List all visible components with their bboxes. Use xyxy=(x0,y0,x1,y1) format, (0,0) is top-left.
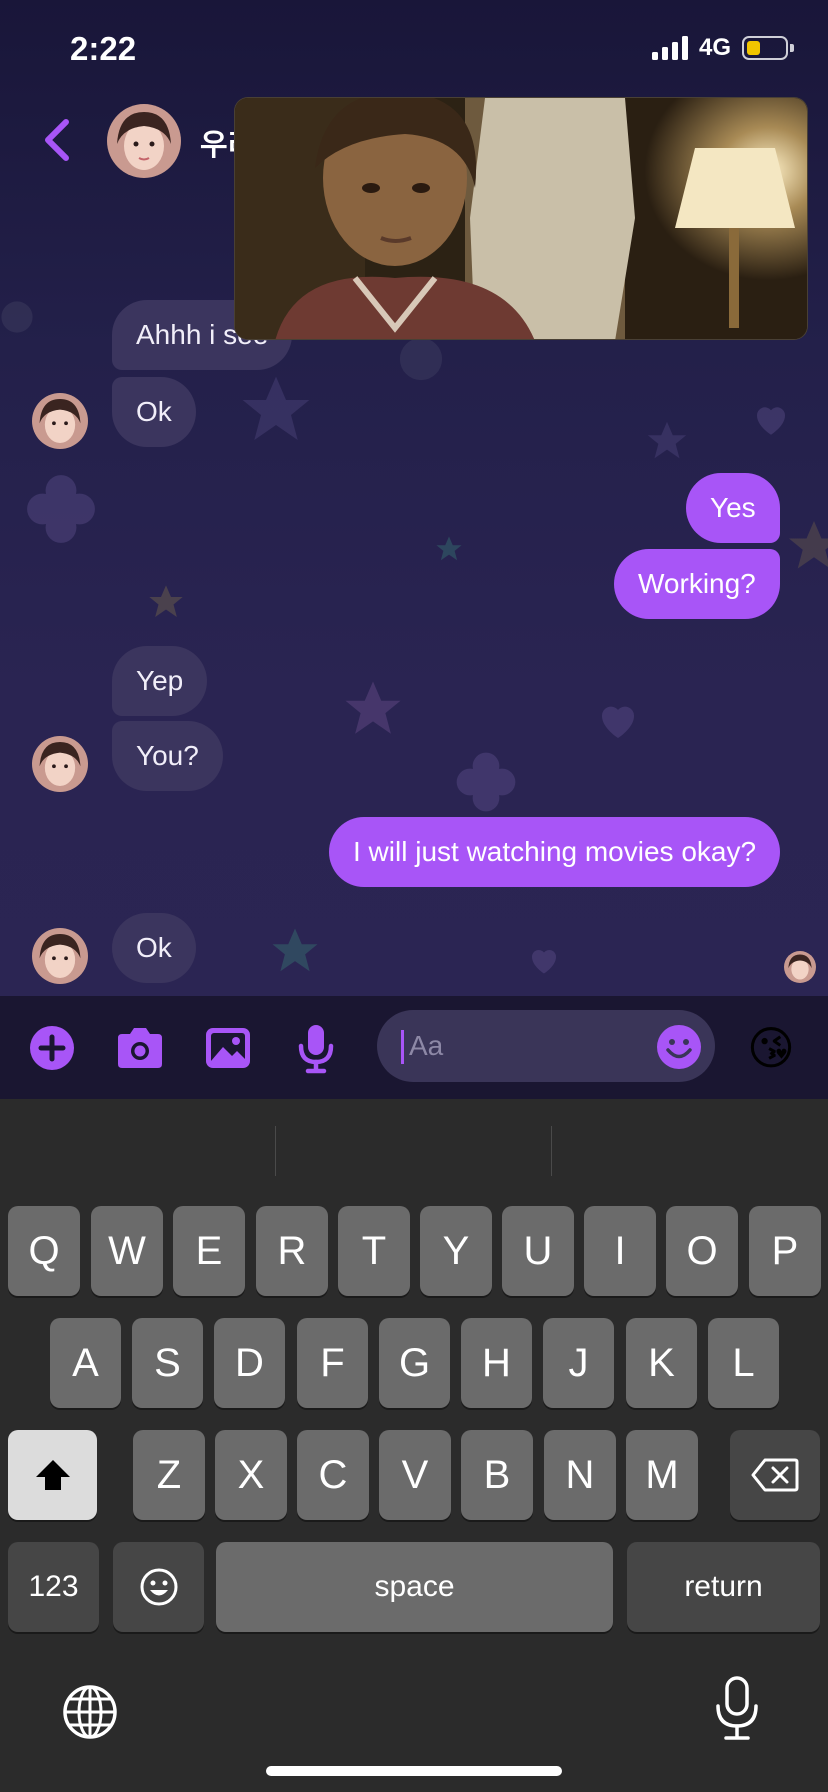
emoji-face-icon xyxy=(140,1568,177,1606)
contact-avatar[interactable] xyxy=(107,104,181,178)
space-key[interactable]: space xyxy=(216,1542,613,1632)
key-h[interactable]: H xyxy=(461,1318,532,1408)
message-bubble-incoming[interactable]: Yep xyxy=(112,646,208,716)
message-bubble-incoming[interactable]: You? xyxy=(112,721,223,791)
key-x[interactable]: X xyxy=(215,1430,287,1520)
star-decoration xyxy=(242,376,310,440)
globe-icon[interactable] xyxy=(60,1682,120,1742)
battery-level xyxy=(747,41,760,55)
contact-avatar-small xyxy=(32,736,88,792)
status-bar: 2:22 4G xyxy=(0,0,828,96)
key-o[interactable]: O xyxy=(666,1206,738,1296)
key-j[interactable]: J xyxy=(543,1318,614,1408)
emoji-key[interactable] xyxy=(113,1542,204,1632)
message-input[interactable]: Aa xyxy=(377,1010,715,1082)
key-s[interactable]: S xyxy=(132,1318,203,1408)
flower-decoration xyxy=(456,752,516,812)
key-a[interactable]: A xyxy=(50,1318,121,1408)
message-input-placeholder: Aa xyxy=(409,1030,444,1061)
key-i[interactable]: I xyxy=(584,1206,656,1296)
suggestion-divider xyxy=(551,1126,552,1176)
key-b[interactable]: B xyxy=(461,1430,533,1520)
message-bubble-outgoing[interactable]: I will just watching movies okay? xyxy=(329,817,781,887)
contact-avatar-small xyxy=(32,393,88,449)
read-receipt-avatar xyxy=(784,951,816,983)
key-n[interactable]: N xyxy=(544,1430,616,1520)
key-p[interactable]: P xyxy=(749,1206,821,1296)
star-decoration xyxy=(149,585,183,617)
key-k[interactable]: K xyxy=(626,1318,697,1408)
suggestion-divider xyxy=(275,1126,276,1176)
face-decoration xyxy=(399,337,443,381)
key-u[interactable]: U xyxy=(502,1206,574,1296)
message-composer: Aa 😘 xyxy=(0,996,828,1099)
text-cursor xyxy=(401,1030,404,1064)
backspace-icon xyxy=(751,1458,799,1492)
plus-circle-icon[interactable] xyxy=(26,1022,78,1074)
message-bubble-outgoing[interactable]: Working? xyxy=(614,549,780,619)
message-bubble-incoming[interactable]: Ok xyxy=(112,913,196,983)
heart-decoration xyxy=(531,949,557,974)
star-decoration xyxy=(647,421,687,459)
message-bubble-outgoing[interactable]: Yes xyxy=(686,473,780,543)
heart-decoration xyxy=(601,706,635,738)
delete-key[interactable] xyxy=(730,1430,820,1520)
key-v[interactable]: V xyxy=(379,1430,451,1520)
key-y[interactable]: Y xyxy=(420,1206,492,1296)
heart-decoration xyxy=(756,407,786,435)
smile-icon[interactable] xyxy=(655,1023,703,1071)
key-e[interactable]: E xyxy=(173,1206,245,1296)
contact-avatar-small xyxy=(32,928,88,984)
image-icon[interactable] xyxy=(202,1022,254,1074)
shift-key[interactable] xyxy=(8,1430,97,1520)
cellular-signal-icon xyxy=(652,36,688,60)
picture-in-picture-video[interactable] xyxy=(234,97,808,340)
star-decoration xyxy=(272,928,318,972)
shift-arrow-icon xyxy=(35,1460,70,1490)
return-key[interactable]: return xyxy=(627,1542,820,1632)
key-r[interactable]: R xyxy=(256,1206,328,1296)
key-g[interactable]: G xyxy=(379,1318,450,1408)
battery-tip xyxy=(790,44,794,52)
camera-icon[interactable] xyxy=(114,1022,166,1074)
key-z[interactable]: Z xyxy=(133,1430,205,1520)
star-decoration xyxy=(789,521,828,569)
network-type: 4G xyxy=(699,34,732,61)
home-indicator[interactable] xyxy=(266,1766,562,1776)
star-decoration xyxy=(345,681,401,734)
key-q[interactable]: Q xyxy=(8,1206,80,1296)
dictation-microphone-icon[interactable] xyxy=(712,1676,762,1742)
key-w[interactable]: W xyxy=(91,1206,163,1296)
face-decoration xyxy=(1,301,33,333)
key-f[interactable]: F xyxy=(297,1318,368,1408)
video-frame xyxy=(235,98,807,339)
key-c[interactable]: C xyxy=(297,1430,369,1520)
messenger-screen: 2:22 4G 우리 Ahhh i see Ok Yes Working? Ye… xyxy=(0,0,828,1792)
numbers-key[interactable]: 123 xyxy=(8,1542,99,1632)
quick-reaction-button[interactable]: 😘 xyxy=(747,1020,795,1076)
key-m[interactable]: M xyxy=(626,1430,698,1520)
flower-decoration xyxy=(27,475,95,543)
star-decoration xyxy=(436,536,462,561)
key-d[interactable]: D xyxy=(214,1318,285,1408)
microphone-icon[interactable] xyxy=(290,1022,342,1074)
status-time: 2:22 xyxy=(70,30,137,67)
key-t[interactable]: T xyxy=(338,1206,410,1296)
back-button[interactable] xyxy=(36,116,80,164)
key-l[interactable]: L xyxy=(708,1318,779,1408)
battery-icon xyxy=(742,36,788,60)
message-bubble-incoming[interactable]: Ok xyxy=(112,377,196,447)
